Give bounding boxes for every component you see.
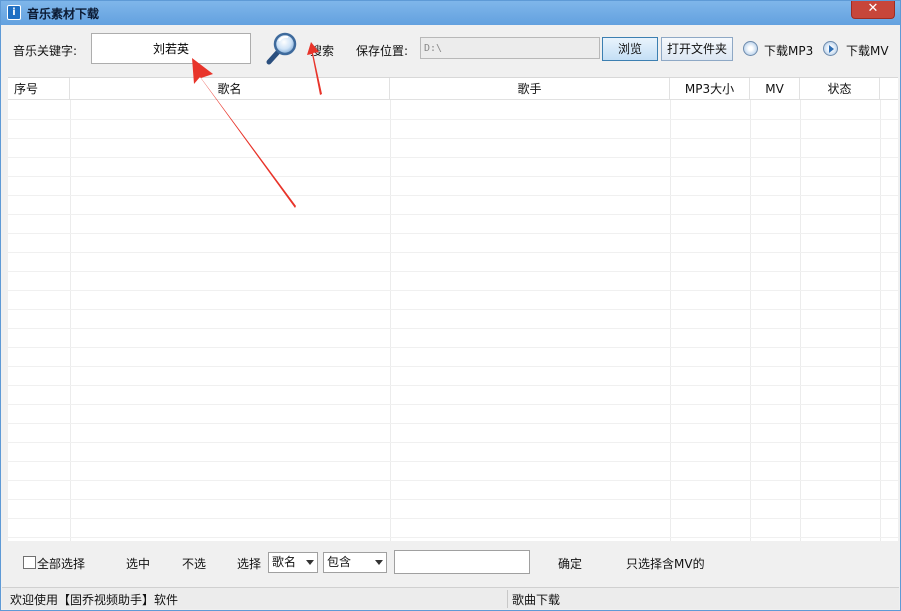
download-mp3-button[interactable]: 下载MP3 xyxy=(764,42,813,59)
status-bar: 欢迎使用【固乔视频助手】软件 歌曲下载 xyxy=(2,587,899,609)
match-select-value: 包含 xyxy=(327,555,352,569)
disc-icon[interactable] xyxy=(743,41,758,56)
table-row xyxy=(8,271,898,272)
mv-only-button[interactable]: 只选择含MV的 xyxy=(626,555,705,572)
chevron-down-icon xyxy=(375,560,383,565)
filter-text-input[interactable] xyxy=(394,550,530,574)
col-mp3-size[interactable]: MP3大小 xyxy=(670,78,750,100)
field-select-value: 歌名 xyxy=(272,555,297,569)
table-row xyxy=(8,423,898,424)
table-row xyxy=(8,518,898,519)
choose-label: 选择 xyxy=(237,557,262,571)
table-row xyxy=(8,366,898,367)
col-index[interactable]: 序号 xyxy=(8,78,70,100)
column-divider xyxy=(390,100,391,541)
table-row xyxy=(8,385,898,386)
column-divider xyxy=(750,100,751,541)
column-divider xyxy=(800,100,801,541)
search-button[interactable]: 搜索 xyxy=(310,42,334,59)
table-row xyxy=(8,157,898,158)
chevron-down-icon xyxy=(306,560,314,565)
table-row xyxy=(8,404,898,405)
app-window: i 音乐素材下载 ✕ 音乐关键字: 搜索 保存位置: 浏 xyxy=(0,0,901,611)
status-task: 歌曲下载 xyxy=(512,593,561,607)
window-title: 音乐素材下载 xyxy=(27,7,100,21)
select-button[interactable]: 选中 xyxy=(126,555,150,572)
column-divider xyxy=(70,100,71,541)
table-row xyxy=(8,309,898,310)
table-row xyxy=(8,442,898,443)
table-row xyxy=(8,328,898,329)
play-icon[interactable] xyxy=(823,41,838,56)
search-icon[interactable] xyxy=(265,31,299,65)
table-row xyxy=(8,480,898,481)
status-divider xyxy=(507,590,508,608)
table-row xyxy=(8,290,898,291)
table-row xyxy=(8,138,898,139)
app-icon: i xyxy=(7,5,21,20)
col-singer[interactable]: 歌手 xyxy=(390,78,670,100)
unselect-button[interactable]: 不选 xyxy=(182,555,206,572)
table-row xyxy=(8,214,898,215)
open-folder-button[interactable]: 打开文件夹 xyxy=(661,37,733,61)
table-row xyxy=(8,461,898,462)
browse-button[interactable]: 浏览 xyxy=(602,37,658,61)
table-row xyxy=(8,537,898,538)
field-select[interactable]: 歌名 xyxy=(268,552,318,573)
bottom-bar: 全部选择 选中 不选 选择 歌名 包含 确定 只选择含MV的 xyxy=(2,542,899,586)
toolbar: 音乐关键字: 搜索 保存位置: 浏览 打开文件夹 下载MP3 xyxy=(2,25,899,73)
table-row xyxy=(8,195,898,196)
column-divider xyxy=(880,100,881,541)
table-header: 序号 歌名 歌手 MP3大小 MV 状态 xyxy=(8,78,898,100)
save-path-field[interactable] xyxy=(420,37,600,59)
table-row xyxy=(8,252,898,253)
confirm-button[interactable]: 确定 xyxy=(558,555,582,572)
status-welcome: 欢迎使用【固乔视频助手】软件 xyxy=(10,593,179,607)
table-row xyxy=(8,499,898,500)
table-row xyxy=(8,347,898,348)
download-mv-button[interactable]: 下载MV xyxy=(846,42,889,59)
close-button[interactable]: ✕ xyxy=(851,1,895,19)
keyword-input[interactable] xyxy=(91,33,251,64)
col-mv[interactable]: MV xyxy=(750,78,800,100)
col-status[interactable]: 状态 xyxy=(800,78,880,100)
title-bar[interactable]: i 音乐素材下载 xyxy=(1,1,900,25)
column-divider xyxy=(670,100,671,541)
table-row xyxy=(8,176,898,177)
keyword-label: 音乐关键字: xyxy=(13,44,78,58)
select-all-label[interactable]: 全部选择 xyxy=(37,555,85,572)
table-row xyxy=(8,233,898,234)
match-select[interactable]: 包含 xyxy=(323,552,387,573)
song-table[interactable]: 序号 歌名 歌手 MP3大小 MV 状态 xyxy=(8,77,898,541)
select-all-checkbox[interactable] xyxy=(23,556,36,569)
table-row xyxy=(8,119,898,120)
save-location-label: 保存位置: xyxy=(356,44,409,58)
col-song-name[interactable]: 歌名 xyxy=(70,78,390,100)
